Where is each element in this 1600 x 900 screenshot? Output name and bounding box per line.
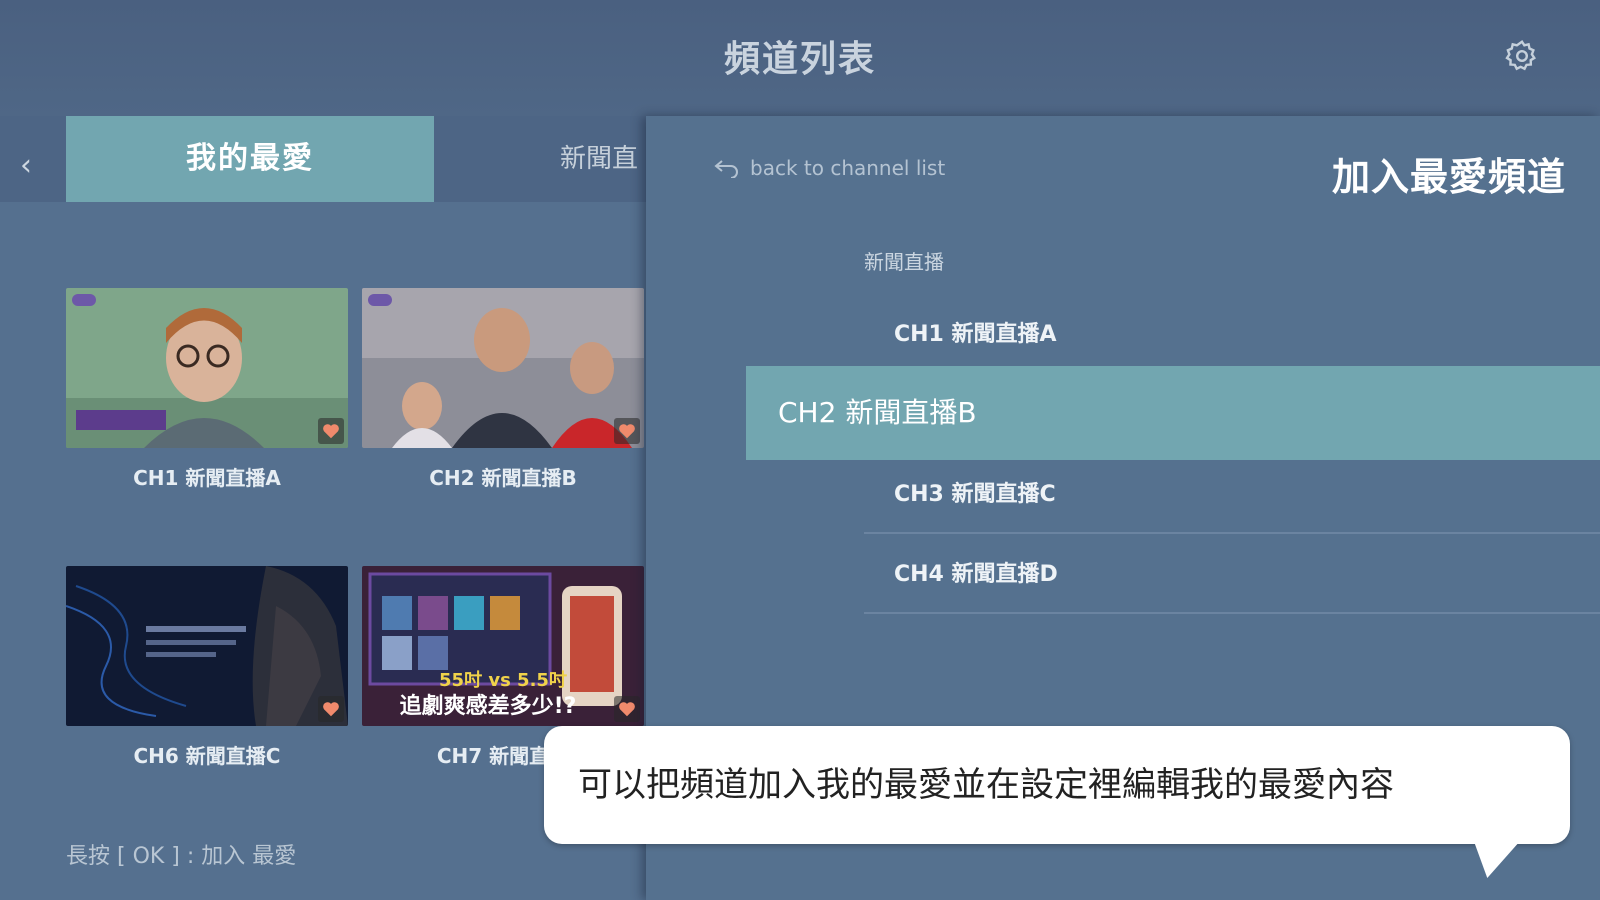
- tooltip-text: 可以把頻道加入我的最愛並在設定裡編輯我的最愛內容: [578, 765, 1394, 805]
- channel-group-label: 新聞直播: [864, 250, 944, 274]
- card-label: CH6 新聞直播C: [133, 744, 281, 768]
- channel-name: CH1 新聞直播A: [894, 322, 1057, 347]
- channel-thumbnail: [66, 566, 348, 726]
- favorite-card[interactable]: CH2 新聞直播B: [362, 288, 644, 491]
- channel-row[interactable]: CH1 新聞直播A: [864, 296, 1600, 374]
- channel-name: CH2 新聞直播B: [778, 396, 977, 429]
- favorite-card[interactable]: CH6 新聞直播C: [66, 566, 348, 769]
- thumbnail-caption-line2: 追劇爽感差多少!?: [399, 694, 577, 719]
- heart-icon: [318, 418, 344, 444]
- back-label: back to channel list: [750, 156, 946, 180]
- page-title: 頻道列表: [723, 39, 876, 80]
- card-label: CH2 新聞直播B: [429, 466, 577, 490]
- back-to-channel-list-link[interactable]: back to channel list: [714, 156, 945, 180]
- tab-news[interactable]: 新聞直: [560, 116, 638, 202]
- chevron-left-icon[interactable]: ‹: [20, 146, 44, 186]
- brand-logo: [72, 294, 96, 306]
- favorite-card[interactable]: CH1 新聞直播A: [66, 288, 348, 491]
- channel-name: CH4 新聞直播D: [894, 562, 1058, 587]
- heart-icon: [614, 418, 640, 444]
- channel-name: CH3 新聞直播C: [894, 482, 1056, 507]
- channel-thumbnail: [362, 288, 644, 448]
- channel-row[interactable]: CH3 新聞直播C: [864, 456, 1600, 534]
- heart-icon: [614, 696, 640, 722]
- tab-favorites[interactable]: 我的最愛: [66, 116, 434, 202]
- return-arrow-icon: [714, 160, 738, 178]
- gear-icon[interactable]: [1504, 38, 1540, 74]
- heart-icon: [318, 696, 344, 722]
- channel-thumbnail: [66, 288, 348, 448]
- hint-text: 長按 [ OK ] : 加入 最愛: [66, 844, 297, 869]
- channel-thumbnail: 55吋 vs 5.5吋 追劇爽感差多少!?: [362, 566, 644, 726]
- brand-logo: [368, 294, 392, 306]
- top-bar: 頻道列表: [0, 0, 1600, 116]
- tooltip-bubble: 可以把頻道加入我的最愛並在設定裡編輯我的最愛內容: [544, 726, 1570, 844]
- channel-row-selected[interactable]: CH2 新聞直播B: [746, 366, 1600, 460]
- panel-title: 加入最愛頻道: [1331, 155, 1566, 199]
- channel-row[interactable]: CH4 新聞直播D: [864, 536, 1600, 614]
- card-label: CH1 新聞直播A: [133, 466, 281, 490]
